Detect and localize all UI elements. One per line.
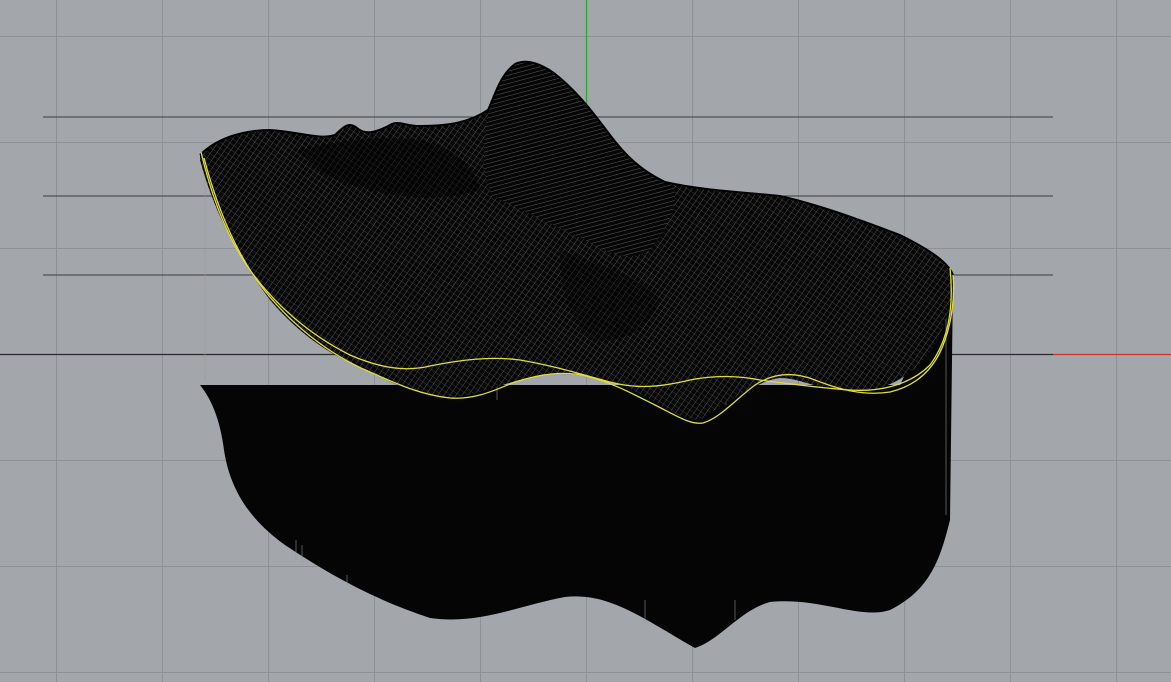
3d-viewport[interactable] [0,0,1171,682]
